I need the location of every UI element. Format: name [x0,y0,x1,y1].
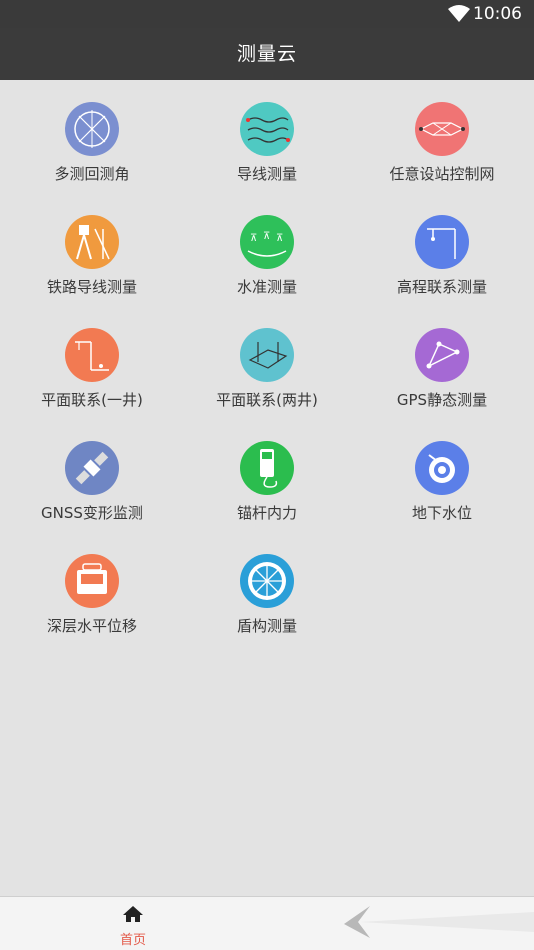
tile-groundwater[interactable]: 地下水位 [353,429,531,539]
tile-label: GPS静态测量 [396,391,488,409]
tile-label: 多测回测角 [54,165,130,183]
tile-shield-tunnel[interactable]: 盾构测量 [178,542,356,652]
nav-home-label: 首页 [119,933,146,948]
groundwater-gauge-icon [415,441,469,495]
theodolite-angle-icon [65,102,119,156]
tile-label: 水准测量 [236,278,297,296]
tile-leveling[interactable]: ⊼ ⊼ ⊼ 水准测量 [178,203,356,313]
svg-text:⊼: ⊼ [250,233,257,244]
satellite-icon [65,441,119,495]
inclinometer-icon [65,554,119,608]
leveling-icon: ⊼ ⊼ ⊼ [240,215,294,269]
traverse-icon [240,102,294,156]
tile-label: 铁路导线测量 [46,278,137,296]
watermark-logo [344,906,534,938]
tile-anchor-force[interactable]: 锚杆内力 [178,429,356,539]
home-icon [93,905,173,927]
tile-control-network[interactable]: 任意设站控制网 [353,90,531,200]
page-title: 测量云 [236,43,297,65]
status-bar: 10:06 [0,0,534,28]
tile-plane-link-double[interactable]: 平面联系(两井) [178,316,356,426]
tile-label: GNSS变形监测 [41,504,143,522]
railway-traverse-icon [65,215,119,269]
tile-label: 平面联系(两井) [216,391,318,409]
tile-elevation-link[interactable]: 高程联系测量 [353,203,531,313]
tile-label: 高程联系测量 [396,278,487,296]
tile-label: 任意设站控制网 [389,165,495,183]
tile-label: 平面联系(一井) [41,391,143,409]
tile-railway-traverse[interactable]: 铁路导线测量 [3,203,181,313]
tile-gnss-deformation[interactable]: GNSS变形监测 [3,429,181,539]
tile-label: 导线测量 [236,165,297,183]
svg-text:⊼: ⊼ [276,233,283,244]
tile-gps-static[interactable]: GPS静态测量 [353,316,531,426]
app-bar: 测量云 [0,28,534,80]
tile-plane-link-single[interactable]: 平面联系(一井) [3,316,181,426]
tile-multi-round-angle[interactable]: 多测回测角 [3,90,181,200]
control-network-icon [415,102,469,156]
plane-link-double-shaft-icon [240,328,294,382]
anchor-force-meter-icon [240,441,294,495]
tile-label: 盾构测量 [236,617,297,635]
shield-tunnel-icon [240,554,294,608]
wifi-icon [448,5,470,27]
gps-static-icon [415,328,469,382]
plane-link-single-shaft-icon [65,328,119,382]
tile-traverse[interactable]: 导线测量 [178,90,356,200]
tile-label: 锚杆内力 [236,504,297,522]
elevation-link-icon [415,215,469,269]
svg-text:⊼: ⊼ [263,231,270,242]
tile-label: 深层水平位移 [46,617,137,635]
tile-label: 地下水位 [411,504,472,522]
tile-deep-horizontal-displacement[interactable]: 深层水平位移 [3,542,181,652]
status-time: 10:06 [473,4,522,24]
nav-home[interactable]: 首页 [93,897,173,950]
